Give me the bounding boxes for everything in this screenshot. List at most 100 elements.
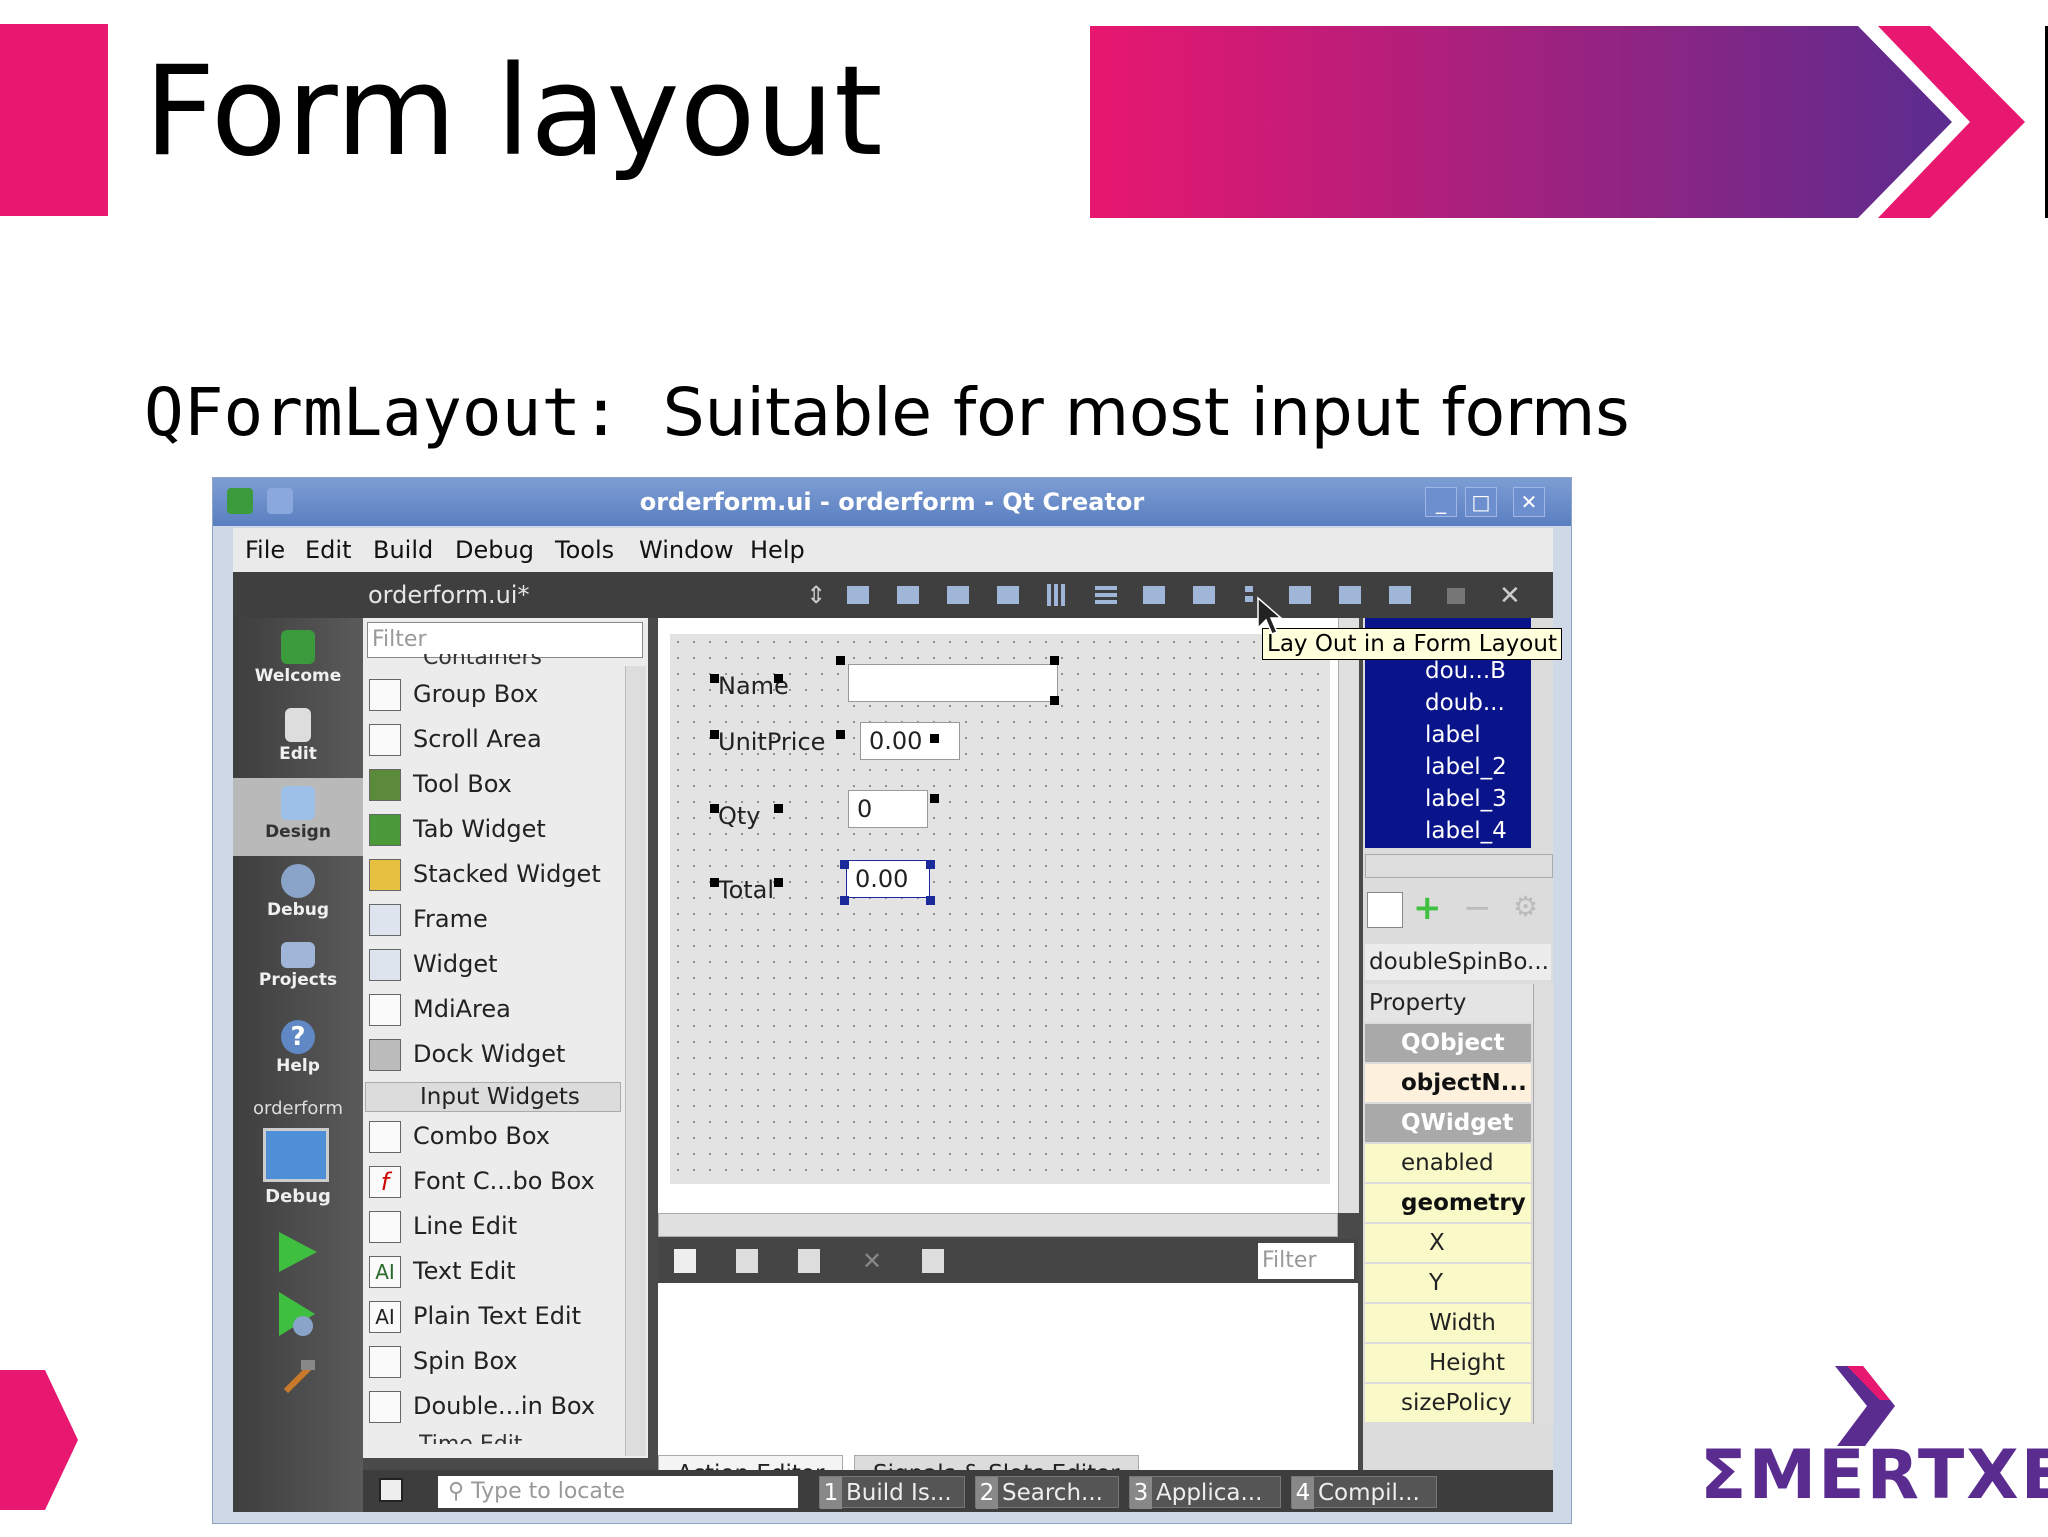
widget-widget[interactable]: Widget bbox=[369, 942, 619, 986]
property-v-scrollbar[interactable] bbox=[1533, 984, 1554, 1424]
selection-handle[interactable] bbox=[710, 674, 719, 683]
widget-dock-widget[interactable]: Dock Widget bbox=[369, 1032, 619, 1076]
menu-build[interactable]: Build bbox=[373, 536, 433, 564]
form-label-unitprice[interactable]: UnitPrice bbox=[718, 728, 825, 756]
configure-action-icon[interactable] bbox=[922, 1249, 944, 1273]
selection-handle[interactable] bbox=[774, 674, 783, 683]
action-filter-input[interactable]: Filter bbox=[1258, 1243, 1354, 1279]
selection-handle[interactable] bbox=[926, 860, 935, 869]
widget-time-edit-partial[interactable]: Time Edit bbox=[419, 1430, 522, 1444]
inspector-h-scrollbar[interactable] bbox=[1365, 854, 1553, 878]
title-bar[interactable]: orderform.ui - orderform - Qt Creator _ … bbox=[213, 478, 1571, 526]
property-sizepolicy[interactable]: sizePolicy bbox=[1365, 1384, 1531, 1422]
property-enabled[interactable]: enabled bbox=[1365, 1144, 1531, 1182]
property-y[interactable]: Y bbox=[1365, 1264, 1531, 1302]
selection-handle[interactable] bbox=[1050, 656, 1059, 665]
widget-tab-widget[interactable]: Tab Widget bbox=[369, 807, 619, 851]
run-icon[interactable] bbox=[275, 1230, 319, 1274]
widget-filter-input[interactable]: Filter bbox=[367, 622, 643, 658]
canvas-h-scrollbar[interactable] bbox=[658, 1213, 1338, 1237]
selection-handle[interactable] bbox=[836, 730, 845, 739]
property-objectname[interactable]: objectN... bbox=[1365, 1064, 1531, 1102]
pane-build-issues[interactable]: 1 Build Is... bbox=[819, 1476, 965, 1509]
widget-mdi-area[interactable]: MdiArea bbox=[369, 987, 619, 1031]
selection-handle[interactable] bbox=[774, 878, 783, 887]
selection-handle[interactable] bbox=[710, 804, 719, 813]
mode-help[interactable]: ? Help bbox=[233, 1012, 363, 1090]
property-group-qobject[interactable]: QObject bbox=[1365, 1024, 1531, 1062]
pane-search-results[interactable]: 2 Search... bbox=[975, 1476, 1119, 1509]
input-widgets-category[interactable]: Input Widgets bbox=[365, 1082, 621, 1112]
mode-projects[interactable]: Projects bbox=[233, 934, 363, 1012]
object-item[interactable]: label bbox=[1425, 722, 1481, 748]
close-button[interactable]: ✕ bbox=[1513, 487, 1545, 517]
object-item[interactable]: doub... bbox=[1425, 690, 1505, 716]
selection-handle[interactable] bbox=[840, 896, 849, 905]
remove-property-icon[interactable]: − bbox=[1463, 888, 1492, 928]
widget-line-edit[interactable]: Line Edit bbox=[369, 1204, 619, 1248]
minimize-button[interactable]: _ bbox=[1425, 487, 1457, 517]
mode-welcome[interactable]: Welcome bbox=[233, 622, 363, 700]
qty-spinbox[interactable]: 0 bbox=[848, 790, 928, 828]
widget-double-spin-box[interactable]: Double...in Box bbox=[369, 1384, 619, 1428]
paste-action-icon[interactable] bbox=[798, 1249, 820, 1273]
object-item[interactable]: label_4 bbox=[1425, 818, 1507, 844]
widget-box-scrollbar[interactable] bbox=[625, 666, 646, 1456]
widget-scroll-area[interactable]: Scroll Area bbox=[369, 717, 619, 761]
widget-spin-box[interactable]: Spin Box bbox=[369, 1339, 619, 1383]
pane-compile-output[interactable]: 4 Compil... bbox=[1291, 1476, 1437, 1509]
property-x[interactable]: X bbox=[1365, 1224, 1531, 1262]
property-geometry[interactable]: geometry bbox=[1365, 1184, 1531, 1222]
property-width[interactable]: Width bbox=[1365, 1304, 1531, 1342]
widget-plain-text-edit[interactable]: AI Plain Text Edit bbox=[369, 1294, 619, 1338]
pane-application-output[interactable]: 3 Applica... bbox=[1129, 1476, 1281, 1509]
menu-tools[interactable]: Tools bbox=[555, 536, 614, 564]
selection-handle[interactable] bbox=[836, 656, 845, 665]
selection-handle[interactable] bbox=[930, 734, 939, 743]
debug-run-icon[interactable] bbox=[275, 1290, 319, 1340]
configure-property-icon[interactable]: ⚙ bbox=[1513, 890, 1538, 923]
widget-tool-box[interactable]: Tool Box bbox=[369, 762, 619, 806]
selection-handle[interactable] bbox=[840, 860, 849, 869]
form-label-qty[interactable]: Qty bbox=[718, 802, 761, 830]
new-action-icon[interactable] bbox=[674, 1249, 696, 1273]
unitprice-spinbox[interactable]: 0.00 bbox=[860, 722, 960, 760]
delete-action-icon[interactable]: ✕ bbox=[862, 1247, 882, 1275]
object-item[interactable]: label_2 bbox=[1425, 754, 1507, 780]
widget-stacked-widget[interactable]: Stacked Widget bbox=[369, 852, 619, 896]
object-item[interactable]: dou...B bbox=[1425, 658, 1506, 684]
name-line-edit[interactable] bbox=[848, 664, 1058, 702]
canvas-v-scrollbar[interactable] bbox=[1338, 618, 1359, 1213]
selection-handle[interactable] bbox=[710, 878, 719, 887]
build-hammer-icon[interactable] bbox=[275, 1356, 319, 1400]
widget-group-box[interactable]: Group Box bbox=[369, 672, 619, 716]
maximize-button[interactable]: □ bbox=[1465, 487, 1497, 517]
open-file-combo[interactable]: orderform.ui* ⇕ bbox=[368, 572, 833, 618]
mode-debug[interactable]: Debug bbox=[233, 856, 363, 934]
containers-category-header[interactable]: Containers bbox=[423, 654, 542, 668]
menu-edit[interactable]: Edit bbox=[305, 536, 351, 564]
form-canvas[interactable]: Name UnitPrice 0.00 Qty 0 Total 0.00 bbox=[670, 634, 1330, 1184]
layout-toolbar-icons[interactable]: ✕ bbox=[843, 580, 1543, 610]
widget-text-edit[interactable]: AI Text Edit bbox=[369, 1249, 619, 1293]
toggle-sidebar-icon[interactable] bbox=[379, 1478, 403, 1502]
selection-handle[interactable] bbox=[1050, 696, 1059, 705]
add-property-icon[interactable]: + bbox=[1413, 888, 1442, 928]
object-item[interactable]: label_3 bbox=[1425, 786, 1507, 812]
widget-font-combo-box[interactable]: f Font C...bo Box bbox=[369, 1159, 619, 1203]
computer-icon[interactable] bbox=[263, 1128, 329, 1182]
menu-debug[interactable]: Debug bbox=[455, 536, 534, 564]
property-color-swatch[interactable] bbox=[1367, 892, 1403, 928]
menu-window[interactable]: Window bbox=[639, 536, 734, 564]
property-group-qwidget[interactable]: QWidget bbox=[1365, 1104, 1531, 1142]
selection-handle[interactable] bbox=[710, 730, 719, 739]
widget-combo-box[interactable]: Combo Box bbox=[369, 1114, 619, 1158]
selection-handle[interactable] bbox=[774, 804, 783, 813]
mode-design[interactable]: Design bbox=[233, 778, 363, 856]
property-column-header[interactable]: Property bbox=[1365, 984, 1535, 1022]
selection-handle[interactable] bbox=[926, 896, 935, 905]
form-label-total[interactable]: Total bbox=[718, 876, 774, 904]
copy-action-icon[interactable] bbox=[736, 1249, 758, 1273]
total-spinbox[interactable]: 0.00 bbox=[846, 860, 930, 898]
menu-file[interactable]: File bbox=[245, 536, 285, 564]
